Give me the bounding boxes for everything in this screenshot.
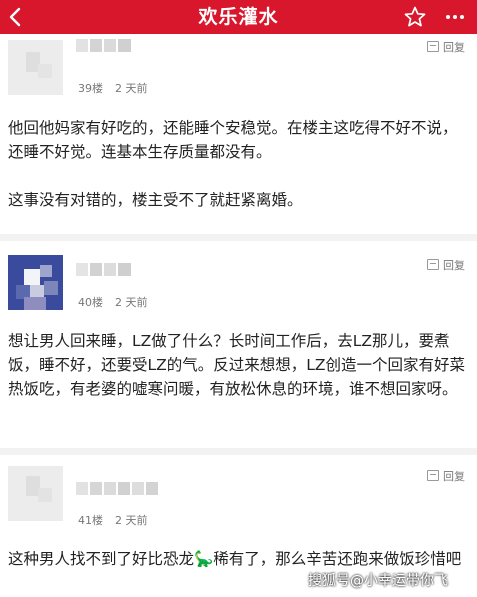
ellipsis-icon[interactable] — [443, 5, 467, 29]
avatar[interactable] — [8, 255, 63, 310]
floor-number: 41楼 — [78, 514, 103, 527]
watermark: 搜狐号@小幸运带你飞 — [308, 573, 448, 589]
post-paragraph-blank — [8, 164, 472, 188]
reply-icon — [427, 41, 439, 52]
post-meta: 40楼 2 天前 — [78, 294, 148, 310]
reply-label: 回复 — [443, 41, 465, 54]
post-40: 40楼 2 天前 回复 想让男人回来睡，LZ做了什么？长时间工作后，去LZ那儿，要… — [0, 241, 477, 448]
username-redacted[interactable] — [76, 39, 131, 52]
reply-label: 回复 — [443, 470, 465, 483]
divider — [0, 448, 477, 455]
post-time: 2 天前 — [115, 514, 148, 527]
reply-icon — [427, 470, 439, 481]
reply-icon — [427, 259, 439, 270]
username-redacted[interactable] — [76, 263, 131, 276]
post-time: 2 天前 — [115, 82, 148, 95]
floor-number: 40楼 — [78, 296, 103, 309]
avatar[interactable] — [8, 466, 63, 521]
post-paragraph: 他回他妈家有好吃的，还能睡个安稳觉。在楼主这吃得不好不说，还睡不好觉。连基本生存… — [8, 119, 458, 161]
star-outline-icon[interactable] — [403, 5, 427, 29]
floor-number: 39楼 — [78, 82, 103, 95]
reply-button[interactable]: 回复 — [427, 257, 465, 273]
post-content: 想让男人回来睡，LZ做了什么？长时间工作后，去LZ那儿，要煮饭，睡不好，还要受L… — [8, 329, 472, 401]
reply-button[interactable]: 回复 — [427, 39, 465, 55]
avatar[interactable] — [8, 40, 63, 95]
reply-button[interactable]: 回复 — [427, 468, 465, 484]
post-content: 这种男人找不到了好比恐龙🦕稀有了，那么辛苦还跑来做饭珍惜吧 — [8, 547, 472, 571]
post-time: 2 天前 — [115, 296, 148, 309]
post-meta: 39楼 2 天前 — [78, 80, 148, 96]
post-39: 39楼 2 天前 回复 他回他妈家有好吃的，还能睡个安稳觉。在楼主这吃得不好不说，… — [0, 34, 477, 234]
post-paragraph: 想让男人回来睡，LZ做了什么？长时间工作后，去LZ那儿，要煮饭，睡不好，还要受L… — [8, 332, 466, 398]
post-content: 他回他妈家有好吃的，还能睡个安稳觉。在楼主这吃得不好不说，还睡不好觉。连基本生存… — [8, 116, 472, 212]
username-redacted[interactable] — [76, 482, 166, 495]
post-paragraph: 这种男人找不到了好比恐龙🦕稀有了，那么辛苦还跑来做饭珍惜吧 — [8, 550, 462, 568]
post-meta: 41楼 2 天前 — [78, 512, 148, 528]
post-paragraph: 这事没有对错的，楼主受不了就赶紧离婚。 — [8, 191, 303, 209]
top-bar: 欢乐灌水 — [0, 0, 477, 34]
divider — [0, 234, 477, 241]
reply-label: 回复 — [443, 259, 465, 272]
